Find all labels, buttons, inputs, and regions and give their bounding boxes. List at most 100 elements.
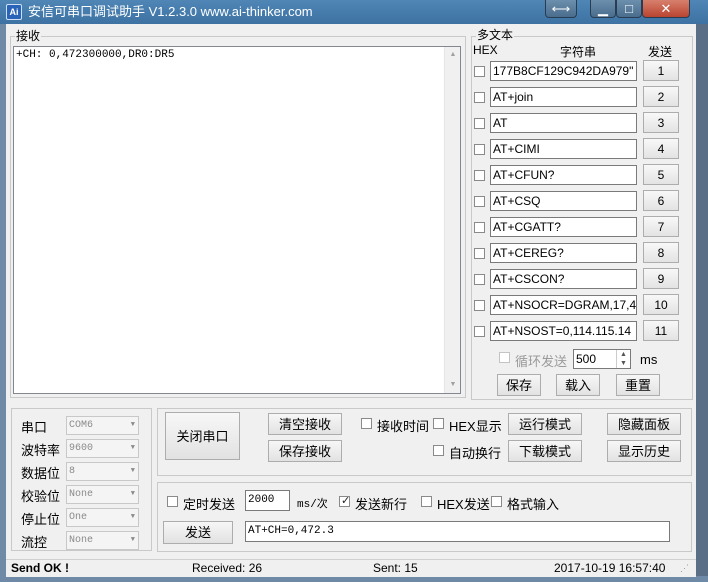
chevron-down-icon[interactable]: ▼ xyxy=(131,463,135,480)
hex-checkbox[interactable] xyxy=(474,196,485,207)
maximize-icon[interactable]: □ xyxy=(616,0,642,18)
parity-label: 校验位 xyxy=(21,489,61,504)
receive-scrollbar[interactable]: ▲ ▼ xyxy=(444,47,460,393)
flow-control-select[interactable]: None ▼ xyxy=(66,531,139,550)
send-column-header: 发送 xyxy=(648,45,673,59)
auto-newline-checkbox[interactable] xyxy=(433,445,444,456)
reset-button[interactable]: 重置 xyxy=(616,374,660,396)
close-port-button[interactable]: 关闭串口 xyxy=(165,412,240,460)
multi-text-input[interactable]: AT+NSOCR=DGRAM,17,4 xyxy=(490,295,637,315)
stop-bits-select[interactable]: One ▼ xyxy=(66,508,139,527)
receive-textarea[interactable]: +CH: 0,472300000,DR0:DR5 ▲ ▼ xyxy=(13,46,461,394)
loop-send-checkbox[interactable] xyxy=(499,352,510,363)
hex-display-label: HEX显示 xyxy=(449,419,502,434)
multi-text-input[interactable]: AT xyxy=(490,113,637,133)
minimize-icon[interactable]: ▁ xyxy=(590,0,616,18)
auto-newline-label: 自动换行 xyxy=(449,446,502,461)
hex-checkbox[interactable] xyxy=(474,170,485,181)
interval-input[interactable]: 2000 xyxy=(245,490,290,511)
multi-text-input[interactable]: AT+join xyxy=(490,87,637,107)
receive-content: +CH: 0,472300000,DR0:DR5 xyxy=(16,49,175,61)
chevron-down-icon[interactable]: ▼ xyxy=(131,486,135,503)
hex-checkbox[interactable] xyxy=(474,66,485,77)
app-logo-icon: Ai xyxy=(6,4,22,20)
show-history-button[interactable]: 显示历史 xyxy=(607,440,681,462)
multi-text-input[interactable]: AT+CSCON? xyxy=(490,269,637,289)
parity-select-value: None xyxy=(69,489,94,500)
data-bits-select[interactable]: 8 ▼ xyxy=(66,462,139,481)
scroll-down-arrow-icon[interactable]: ▼ xyxy=(445,377,461,393)
send-input[interactable]: AT+CH=0,472.3 xyxy=(245,521,670,542)
multi-text-send-button[interactable]: 1 xyxy=(643,60,679,81)
multi-text-input[interactable]: AT+CSQ xyxy=(490,191,637,211)
port-select[interactable]: COM6 ▼ xyxy=(66,416,139,435)
multi-text-input[interactable]: AT+CEREG? xyxy=(490,243,637,263)
receive-group-label: 接收 xyxy=(15,29,42,43)
parity-select[interactable]: None ▼ xyxy=(66,485,139,504)
window-title: 安信可串口调试助手 V1.2.3.0 www.ai-thinker.com xyxy=(28,4,313,19)
hex-checkbox[interactable] xyxy=(474,118,485,129)
port-label: 串口 xyxy=(21,420,48,435)
multi-text-send-button[interactable]: 4 xyxy=(643,138,679,159)
multi-text-send-button[interactable]: 7 xyxy=(643,216,679,237)
baud-rate-select[interactable]: 9600 ▼ xyxy=(66,439,139,458)
multi-text-send-button[interactable]: 8 xyxy=(643,242,679,263)
hex-checkbox[interactable] xyxy=(474,222,485,233)
multi-text-send-button[interactable]: 6 xyxy=(643,190,679,211)
hex-checkbox[interactable] xyxy=(474,274,485,285)
clear-receive-button[interactable]: 清空接收 xyxy=(268,413,342,435)
hex-checkbox[interactable] xyxy=(474,144,485,155)
status-message: Send OK ! xyxy=(11,561,70,575)
data-label: 数据位 xyxy=(21,466,61,481)
multi-text-input[interactable]: AT+CIMI xyxy=(490,139,637,159)
chevron-down-icon[interactable]: ▼ xyxy=(131,440,135,457)
resize-grip-icon[interactable]: ⋰ xyxy=(680,560,689,577)
multi-text-input[interactable]: 177B8CF129C942DA979" xyxy=(490,61,637,81)
hex-column-header: HEX xyxy=(473,43,498,57)
scroll-up-arrow-icon[interactable]: ▲ xyxy=(445,47,461,63)
hex-checkbox[interactable] xyxy=(474,92,485,103)
multi-text-send-button[interactable]: 9 xyxy=(643,268,679,289)
multi-text-send-button[interactable]: 3 xyxy=(643,112,679,133)
multi-text-send-button[interactable]: 5 xyxy=(643,164,679,185)
multi-text-input[interactable]: AT+CGATT? xyxy=(490,217,637,237)
save-receive-button[interactable]: 保存接收 xyxy=(268,440,342,462)
resize-arrows-icon[interactable]: ⟷ xyxy=(545,0,577,18)
spinner-arrows-icon[interactable]: ▲ ▼ xyxy=(616,350,630,368)
multi-text-send-button[interactable]: 11 xyxy=(643,320,679,341)
hex-send-label: HEX发送 xyxy=(437,497,490,512)
chevron-down-icon[interactable]: ▼ xyxy=(131,509,135,526)
send-newline-label: 发送新行 xyxy=(355,497,408,512)
loop-interval-value: 500 xyxy=(576,352,597,366)
sent-count: Sent: 15 xyxy=(373,561,418,575)
close-icon[interactable]: ✕ xyxy=(642,0,690,18)
timed-send-checkbox[interactable] xyxy=(167,496,178,507)
timed-send-label: 定时发送 xyxy=(183,497,236,512)
chevron-down-icon[interactable]: ▼ xyxy=(131,532,135,549)
multi-text-send-button[interactable]: 2 xyxy=(643,86,679,107)
download-mode-button[interactable]: 下载模式 xyxy=(508,440,582,462)
hex-send-checkbox[interactable] xyxy=(421,496,432,507)
port-select-value: COM6 xyxy=(69,420,94,431)
hex-display-checkbox[interactable] xyxy=(433,418,444,429)
send-newline-checkbox[interactable] xyxy=(339,494,350,507)
data-bits-select-value: 8 xyxy=(69,466,76,477)
save-button[interactable]: 保存 xyxy=(497,374,541,396)
hex-checkbox[interactable] xyxy=(474,326,485,337)
multi-text-input[interactable]: AT+CFUN? xyxy=(490,165,637,185)
multi-text-title: 多文本 xyxy=(476,28,515,42)
datetime: 2017-10-19 16:57:40 xyxy=(554,561,666,575)
run-mode-button[interactable]: 运行模式 xyxy=(508,413,582,435)
receive-time-checkbox[interactable] xyxy=(361,418,372,429)
multi-text-input[interactable]: AT+NSOST=0,114.115.14 xyxy=(490,321,637,341)
format-input-checkbox[interactable] xyxy=(491,496,502,507)
loop-interval-input[interactable]: 500 ▲ ▼ xyxy=(573,349,631,369)
hex-checkbox[interactable] xyxy=(474,248,485,259)
load-button[interactable]: 载入 xyxy=(556,374,600,396)
background-window-edge xyxy=(696,24,708,576)
send-button[interactable]: 发送 xyxy=(163,521,233,544)
multi-text-send-button[interactable]: 10 xyxy=(643,294,679,315)
hex-checkbox[interactable] xyxy=(474,300,485,311)
hide-panel-button[interactable]: 隐藏面板 xyxy=(607,413,681,435)
chevron-down-icon[interactable]: ▼ xyxy=(131,417,135,434)
